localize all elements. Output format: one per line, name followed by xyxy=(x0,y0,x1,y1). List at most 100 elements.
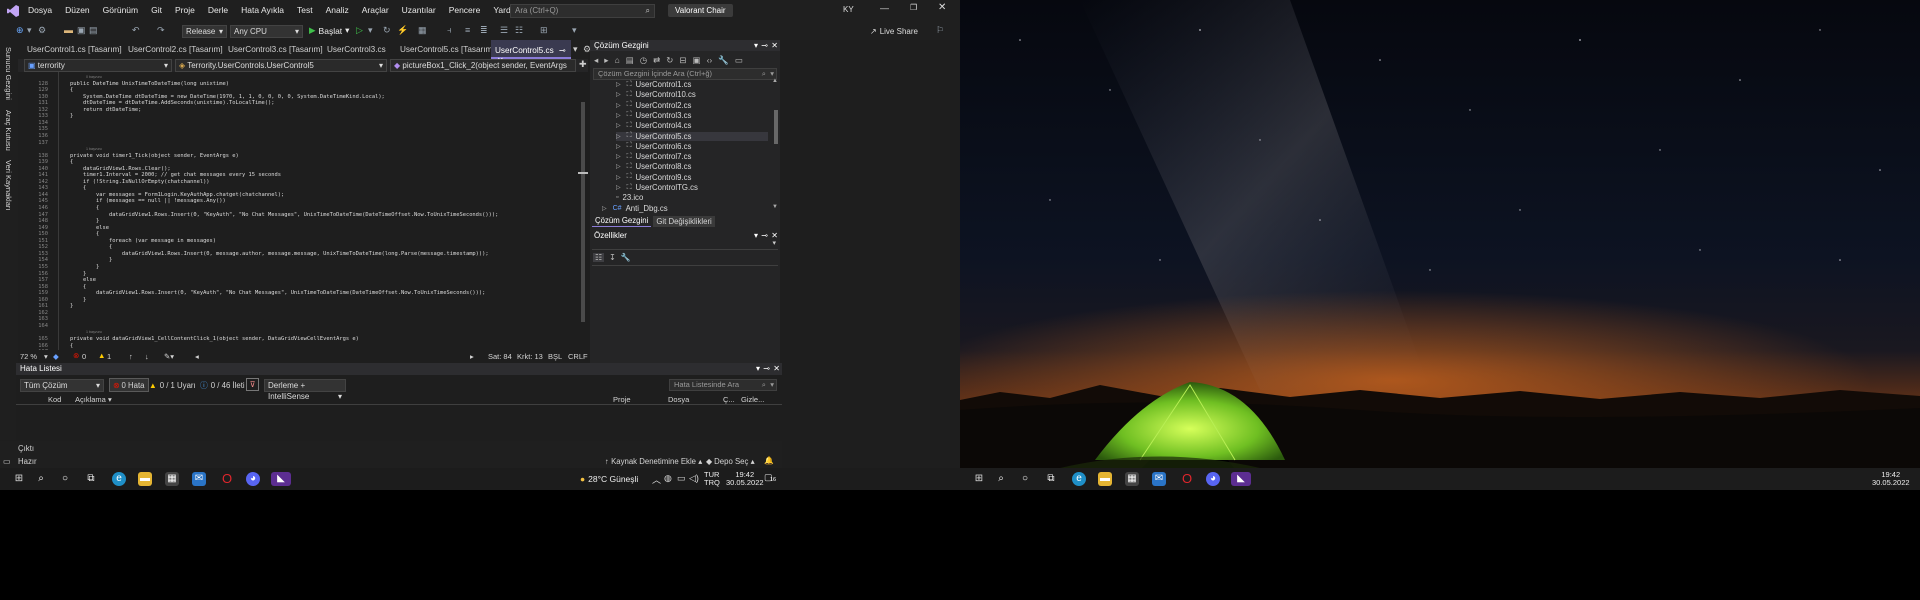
tab-usercontrol3-code[interactable]: UserControl3.cs xyxy=(323,40,390,59)
menu-duzen[interactable]: Düzen xyxy=(65,5,90,15)
class-nav-select[interactable]: ◈ Terrority.UserControls.UserControl5 ▾ xyxy=(175,59,387,72)
tab-usercontrol5-design[interactable]: UserControl5.cs [Tasarım] xyxy=(396,40,499,59)
project-nav-select[interactable]: ▣ terrority ▾ xyxy=(24,59,172,72)
panel-close-icon[interactable]: ✕ xyxy=(771,40,778,51)
store-icon[interactable]: ▦ xyxy=(165,472,179,486)
error-scope-select[interactable]: Tüm Çözüm ▾ xyxy=(20,379,104,392)
platform-select[interactable]: Any CPU ▾ xyxy=(230,25,303,38)
indent-mode[interactable]: BŞL xyxy=(548,352,562,361)
dropdown-icon[interactable]: ▾ xyxy=(27,25,32,36)
tree-scroll-down-icon[interactable]: ▼ xyxy=(772,204,778,210)
column-line[interactable]: Ç... xyxy=(723,395,735,404)
expand-arrow-icon[interactable]: ▷ xyxy=(616,122,621,129)
output-tab[interactable]: Çıktı xyxy=(18,444,34,453)
warning-icon[interactable]: ▲ xyxy=(98,351,105,360)
build-scope-select[interactable]: Derleme + IntelliSense ▾ xyxy=(264,379,346,401)
column-kod[interactable]: Kod xyxy=(48,395,61,404)
solution-tree-item[interactable]: ▷ ⛶ UserControl10.cs xyxy=(616,90,768,99)
indent-icon[interactable]: ≡ xyxy=(465,25,470,35)
editor-vertical-scrollbar[interactable] xyxy=(578,72,588,350)
preview-icon[interactable]: ▭ xyxy=(735,55,743,66)
expand-arrow-icon[interactable]: ▷ xyxy=(616,91,621,98)
hidden-icons-chevron-icon[interactable]: ︿ xyxy=(652,473,661,486)
code-line[interactable]: { xyxy=(70,159,73,165)
messages-filter-button[interactable]: ⓘ 0 / 46 İleti xyxy=(200,379,245,392)
code-line[interactable]: return dtDateTime; xyxy=(70,107,141,113)
show-all-files-icon[interactable]: ▣ xyxy=(693,55,701,66)
solution-tree-item[interactable]: ▫ 23.ico xyxy=(616,193,768,202)
visual-studio-taskbar-icon[interactable]: ◣ xyxy=(1231,472,1251,486)
data-sources-tab[interactable]: Veri Kaynakları xyxy=(4,160,13,210)
store-icon[interactable]: ▦ xyxy=(1125,472,1139,486)
code-line[interactable]: } xyxy=(70,303,73,309)
code-line[interactable]: { xyxy=(70,231,99,237)
tab-usercontrol3-design[interactable]: UserControl3.cs [Tasarım] xyxy=(224,40,327,59)
column-aciklama[interactable]: Açıklama ▾ xyxy=(75,395,112,404)
menu-pencere[interactable]: Pencere xyxy=(449,5,481,15)
code-line[interactable]: public DateTime UnixTimeToDateTime(long … xyxy=(70,81,229,87)
code-line[interactable]: if (messages == null || !messages.Any()) xyxy=(70,198,226,204)
error-icon[interactable]: ⊗ xyxy=(73,351,79,360)
task-view-icon[interactable]: ⧉ xyxy=(1044,472,1058,486)
code-line[interactable]: private void dataGridView1_CellContentCl… xyxy=(70,336,359,342)
code-reference-hint[interactable]: 0 başvuru xyxy=(86,75,102,79)
error-list-search-input[interactable]: Hata Listesinde Ara ⌕ ▾ xyxy=(669,379,777,391)
tab-git-changes[interactable]: Git Değişiklikleri xyxy=(653,215,715,227)
file-explorer-icon[interactable]: ▬ xyxy=(138,472,152,486)
search-icon[interactable]: ⌕ xyxy=(34,472,48,486)
feedback-icon[interactable]: ⚐ xyxy=(936,25,944,36)
column-indicator[interactable]: Krkt: 13 xyxy=(517,352,543,361)
solution-tree-item[interactable]: ▷ ⛶ UserControl1.cs xyxy=(616,80,768,89)
forward-icon[interactable]: ▸ xyxy=(604,55,608,66)
select-repository-button[interactable]: ◆ Depo Seç ▴ xyxy=(706,457,755,466)
save-all-icon[interactable]: ▤ xyxy=(89,25,98,36)
code-line[interactable]: timer1.Interval = 2000; // get chat mess… xyxy=(70,172,281,178)
code-line[interactable]: else xyxy=(70,225,109,231)
mail-icon[interactable]: ✉ xyxy=(192,472,206,486)
pin-icon[interactable]: ⊸ xyxy=(761,230,768,241)
outlining-margin[interactable] xyxy=(58,72,59,350)
undo-icon[interactable]: ↶ xyxy=(132,25,140,36)
code-line[interactable]: dataGridView1.Rows.Insert(0, message.aut… xyxy=(70,251,489,257)
code-reference-hint[interactable]: 1 başvuru xyxy=(86,147,102,151)
dropdown-icon[interactable]: ▾ xyxy=(368,25,373,36)
member-nav-select[interactable]: ◆ pictureBox1_Click_2(object sender, Eve… xyxy=(390,59,576,81)
weather-widget[interactable]: ● 28°C Güneşli xyxy=(580,474,638,484)
start-windows-icon[interactable]: ⊞ xyxy=(12,472,26,486)
tab-solution-explorer[interactable]: Çözüm Gezgini xyxy=(592,215,652,227)
discord-icon[interactable]: ◕ xyxy=(1206,472,1220,486)
code-line[interactable]: dataGridView1.Rows.Insert(0, "KeyAuth", … xyxy=(70,290,485,296)
expand-arrow-icon[interactable]: ▷ xyxy=(616,143,621,150)
expand-arrow-icon[interactable]: ▷ xyxy=(616,153,621,160)
live-share-button[interactable]: ↗ Live Share xyxy=(870,27,918,36)
menu-analiz[interactable]: Analiz xyxy=(326,5,349,15)
panel-close-icon[interactable]: ✕ xyxy=(773,363,780,374)
properties-icon[interactable]: 🔧 xyxy=(718,55,729,66)
layout-icon[interactable]: ▦ xyxy=(418,25,427,36)
code-line[interactable]: { xyxy=(70,343,73,349)
tab-usercontrol1-design[interactable]: UserControl1.cs [Tasarım] xyxy=(23,40,126,59)
zoom-level[interactable]: 72 % xyxy=(20,352,37,361)
filter-icon[interactable]: ⊽ xyxy=(246,378,259,391)
next-issue-icon[interactable]: ↓ xyxy=(145,352,149,361)
run-without-debug-icon[interactable]: ▷ xyxy=(356,25,363,36)
column-proje[interactable]: Proje xyxy=(613,395,631,404)
menu-hata-ayikla[interactable]: Hata Ayıkla xyxy=(241,5,284,15)
solution-tree-item[interactable]: ▷ ⛶ UserControl3.cs xyxy=(616,111,768,120)
bookmark-icon[interactable]: ⊞ xyxy=(540,25,548,36)
solution-tree-item[interactable]: ▷ ⛶ UserControl7.cs xyxy=(616,152,768,161)
code-line[interactable]: } xyxy=(70,257,112,263)
settings-icon[interactable]: ⚙ xyxy=(38,25,46,36)
minimize-button[interactable]: — xyxy=(880,3,889,13)
menu-test[interactable]: Test xyxy=(297,5,313,15)
add-to-source-control-button[interactable]: ↑ Kaynak Denetimine Ekle ▴ xyxy=(605,457,702,466)
properties-object-select[interactable]: ▾ xyxy=(592,240,778,250)
menu-dosya[interactable]: Dosya xyxy=(28,5,52,15)
expand-arrow-icon[interactable]: ▷ xyxy=(616,163,621,170)
panel-menu-icon[interactable]: ▾ xyxy=(754,40,758,51)
scroll-left-icon[interactable]: ◂ xyxy=(195,352,199,361)
expand-arrow-icon[interactable]: ▷ xyxy=(616,184,621,191)
column-suppress[interactable]: Gizle... xyxy=(741,395,764,404)
visual-studio-taskbar-icon[interactable]: ◣ xyxy=(271,472,291,486)
line-indicator[interactable]: Sat: 84 xyxy=(488,352,512,361)
